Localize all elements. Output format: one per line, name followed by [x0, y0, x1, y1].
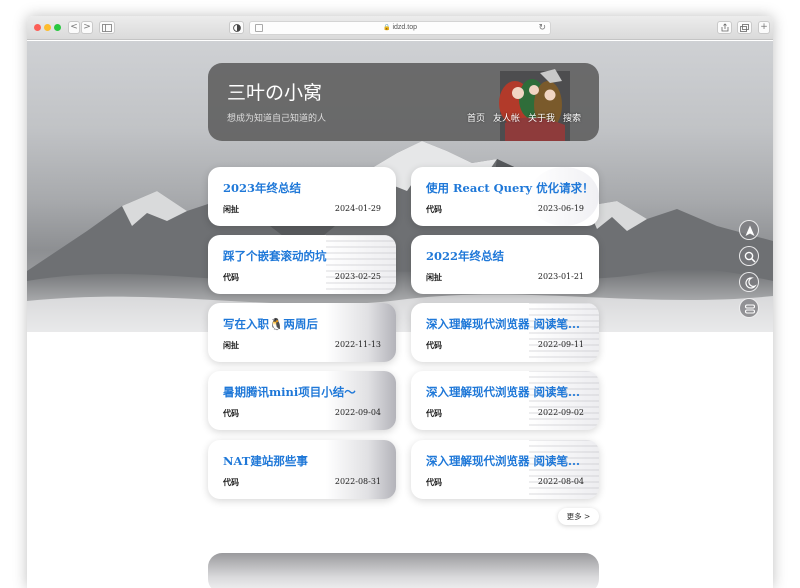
- post-date: 2022-09-11: [537, 340, 584, 349]
- zoom-window-button[interactable]: [54, 24, 61, 31]
- post-category: 代码: [426, 205, 442, 214]
- url-text: idzd.top: [392, 24, 417, 31]
- search-button[interactable]: [739, 246, 759, 266]
- nav-home[interactable]: 首页: [467, 111, 485, 124]
- page-viewport: 三叶の小窝 想成为知道自己知道的人 首页 友人帐 关于我 搜索 2023年终总结…: [27, 41, 773, 588]
- back-button[interactable]: <: [68, 21, 80, 34]
- post-title[interactable]: 踩了个嵌套滚动的坑: [223, 248, 327, 264]
- post-card[interactable]: 深入理解现代浏览器 阅读笔... 代码 2022-08-04: [411, 440, 599, 499]
- post-card[interactable]: 2022年终总结 闲扯 2023-01-21: [411, 235, 599, 294]
- browser-window: < > 🔒 idzd.top ↻ + 三叶の小窝 想成为知道自己知道的人 首页 …: [27, 16, 773, 588]
- address-bar[interactable]: 🔒 idzd.top ↻: [249, 21, 551, 35]
- share-icon: [721, 23, 728, 32]
- post-date: 2023-01-21: [537, 272, 584, 281]
- post-cover-image: [326, 371, 396, 430]
- site-title[interactable]: 三叶の小窝: [227, 78, 322, 105]
- close-window-button[interactable]: [34, 24, 41, 31]
- post-title[interactable]: 写在入职🐧两周后: [223, 316, 318, 332]
- post-date: 2022-08-31: [334, 477, 381, 486]
- post-card[interactable]: 2023年终总结 闲扯 2024-01-29: [208, 167, 396, 226]
- post-cover-image: [529, 440, 599, 499]
- post-title[interactable]: 深入理解现代浏览器 阅读笔...: [426, 384, 580, 400]
- footer-card: [208, 553, 599, 588]
- post-category: 闲扯: [223, 341, 239, 350]
- tabs-overview-button[interactable]: [737, 21, 752, 34]
- post-title[interactable]: 深入理解现代浏览器 阅读笔...: [426, 316, 580, 332]
- reload-icon[interactable]: ↻: [538, 22, 546, 33]
- dark-mode-toggle[interactable]: [739, 272, 759, 292]
- forward-button[interactable]: >: [81, 21, 93, 34]
- site-header-card: 三叶の小窝 想成为知道自己知道的人 首页 友人帐 关于我 搜索: [208, 63, 599, 141]
- main-nav: 首页 友人帐 关于我 搜索: [467, 111, 581, 124]
- post-category: 代码: [223, 409, 239, 418]
- post-date: 2022-08-04: [537, 477, 584, 486]
- post-cover-image: [529, 371, 599, 430]
- sidebar-icon: [102, 24, 112, 32]
- search-icon: [744, 251, 756, 263]
- post-category: 代码: [426, 409, 442, 418]
- anime-characters-image: [499, 69, 570, 141]
- post-card[interactable]: 使用 React Query 优化请求！ 代码 2023-06-19: [411, 167, 599, 226]
- post-category: 代码: [426, 341, 442, 350]
- post-category: 闲扯: [223, 205, 239, 214]
- post-card[interactable]: 深入理解现代浏览器 阅读笔... 代码 2022-09-11: [411, 303, 599, 362]
- post-title[interactable]: 使用 React Query 优化请求！: [426, 180, 588, 196]
- post-cover-image: [326, 235, 396, 294]
- post-date: 2024-01-29: [334, 204, 381, 213]
- minimize-window-button[interactable]: [44, 24, 51, 31]
- tabs-icon: [740, 24, 749, 32]
- post-cover-image: [529, 167, 599, 226]
- new-tab-button[interactable]: +: [758, 21, 770, 34]
- post-date: 2023-06-19: [537, 204, 584, 213]
- browser-toolbar: < > 🔒 idzd.top ↻ +: [27, 16, 773, 40]
- post-date: 2023-02-25: [334, 272, 381, 281]
- post-title[interactable]: 暑期腾讯mini项目小结～: [223, 384, 356, 400]
- lock-icon: 🔒: [382, 25, 391, 31]
- post-title[interactable]: NAT建站那些事: [223, 453, 308, 469]
- post-cover-image: [326, 440, 396, 499]
- nav-friends[interactable]: 友人帐: [493, 111, 520, 124]
- post-category: 代码: [223, 478, 239, 487]
- sidebar-toggle-button[interactable]: [99, 21, 115, 34]
- privacy-button[interactable]: [229, 21, 244, 34]
- shield-half-icon: [232, 24, 241, 32]
- navigation-button[interactable]: [739, 220, 759, 240]
- post-cover-image: [529, 303, 599, 362]
- post-cover-image: [326, 303, 396, 362]
- post-card[interactable]: 暑期腾讯mini项目小结～ 代码 2022-09-04: [208, 371, 396, 430]
- url-display: 🔒 idzd.top: [250, 24, 550, 31]
- post-date: 2022-11-13: [334, 340, 381, 349]
- post-title[interactable]: 深入理解现代浏览器 阅读笔...: [426, 453, 580, 469]
- site-subtitle: 想成为知道自己知道的人: [227, 114, 327, 124]
- floating-toolbar: [739, 220, 761, 324]
- post-category: 闲扯: [426, 273, 442, 282]
- moon-icon: [745, 277, 757, 289]
- screenshot-stage: < > 🔒 idzd.top ↻ + 三叶の小窝 想成为知道自己知道的人 首页 …: [0, 0, 800, 588]
- share-button[interactable]: [717, 21, 732, 34]
- post-card[interactable]: NAT建站那些事 代码 2022-08-31: [208, 440, 396, 499]
- nav-about[interactable]: 关于我: [528, 111, 555, 124]
- post-card[interactable]: 深入理解现代浏览器 阅读笔... 代码 2022-09-02: [411, 371, 599, 430]
- post-date: 2022-09-04: [334, 408, 381, 417]
- post-card[interactable]: 踩了个嵌套滚动的坑 代码 2023-02-25: [208, 235, 396, 294]
- post-date: 2022-09-02: [537, 408, 584, 417]
- nav-search[interactable]: 搜索: [563, 111, 581, 124]
- navigation-arrow-icon: [745, 225, 755, 236]
- post-category: 代码: [426, 478, 442, 487]
- post-card[interactable]: 写在入职🐧两周后 闲扯 2022-11-13: [208, 303, 396, 362]
- post-title[interactable]: 2023年终总结: [223, 180, 301, 196]
- storage-button[interactable]: [739, 298, 759, 318]
- post-category: 代码: [223, 273, 239, 282]
- more-posts-button[interactable]: 更多 >: [558, 508, 599, 525]
- database-icon: [744, 304, 756, 314]
- post-title[interactable]: 2022年终总结: [426, 248, 504, 264]
